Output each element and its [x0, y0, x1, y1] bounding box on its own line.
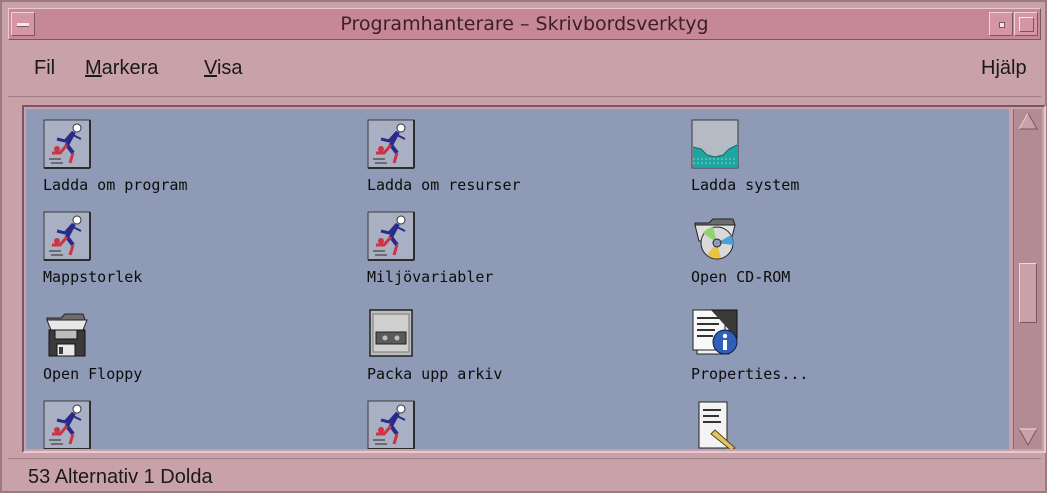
menu-bar: Fil Markera Visa Hjälp: [8, 41, 1041, 97]
scroll-thumb[interactable]: [1019, 263, 1037, 323]
document-pen-icon: [691, 400, 739, 449]
app-label: Miljövariabler: [367, 268, 494, 286]
running-man-icon: [367, 400, 415, 449]
status-bar: 53 Alternativ 1 Dolda: [8, 458, 1041, 490]
menu-markera[interactable]: Markera: [85, 57, 158, 80]
app-window: Programhanterare – Skrivbordsverktyg Fil…: [0, 0, 1047, 493]
running-man-icon: [367, 119, 415, 169]
load-graph-icon: [691, 119, 739, 169]
tape-archive-icon: [367, 308, 415, 358]
window-title: Programhanterare – Skrivbordsverktyg: [340, 13, 709, 35]
menu-visa[interactable]: Visa: [204, 57, 243, 80]
app-label: Properties...: [691, 365, 809, 383]
app-label: Ladda system: [691, 176, 800, 194]
scroll-down-arrow-icon[interactable]: [1017, 426, 1039, 448]
app-label: Ladda om resurser: [367, 176, 521, 194]
cdrom-folder-icon: [691, 211, 739, 261]
running-man-icon: [367, 211, 415, 261]
menu-visa-mnemonic: V: [204, 57, 217, 79]
running-man-icon: [43, 119, 91, 169]
app-label: Mappstorlek: [43, 268, 143, 286]
menu-markera-label: arkera: [101, 57, 159, 79]
menu-visa-label: isa: [216, 57, 243, 79]
app-label: Ladda om program: [43, 176, 188, 194]
menu-help[interactable]: Hjälp: [981, 57, 1027, 80]
menu-fil[interactable]: Fil: [34, 57, 55, 80]
scroll-up-arrow-icon[interactable]: [1017, 110, 1039, 132]
title-bar[interactable]: Programhanterare – Skrivbordsverktyg: [8, 8, 1041, 40]
minimize-button[interactable]: [989, 12, 1013, 36]
properties-info-icon: [691, 308, 739, 358]
app-label: Open Floppy: [43, 365, 143, 383]
vertical-scrollbar[interactable]: [1013, 109, 1042, 449]
app-label: Packa upp arkiv: [367, 365, 503, 383]
app-label: Open CD-ROM: [691, 268, 791, 286]
menu-markera-mnemonic: M: [85, 57, 102, 79]
running-man-icon: [43, 400, 91, 449]
floppy-folder-icon: [43, 308, 91, 358]
status-text: 53 Alternativ 1 Dolda: [28, 466, 213, 488]
icon-view[interactable]: Ladda om program Ladda om resurser Ladda…: [26, 109, 1009, 449]
maximize-button[interactable]: [1014, 12, 1038, 36]
running-man-icon: [43, 211, 91, 261]
